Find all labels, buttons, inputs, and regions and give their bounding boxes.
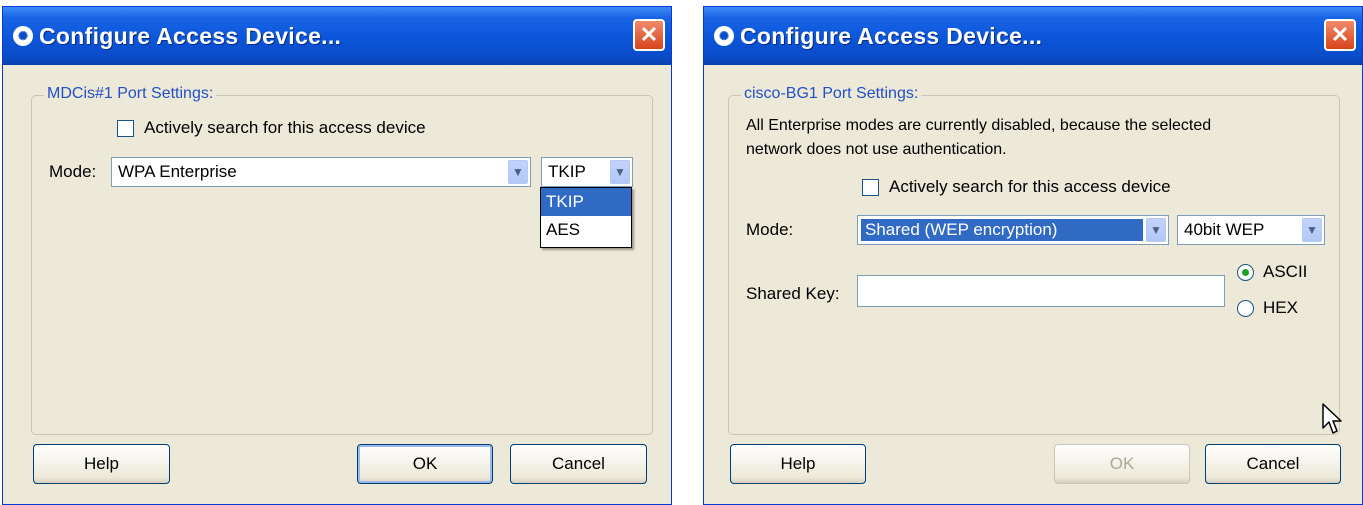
radio-ascii-label: ASCII [1263, 262, 1308, 281]
dropdown-option-tkip[interactable]: TKIP [541, 188, 631, 216]
chevron-down-icon[interactable]: ▼ [508, 160, 528, 184]
configure-access-device-dialog-left: ✺ Configure Access Device... ✕ MDCis#1 P… [2, 6, 672, 505]
mode-label: Mode: [746, 220, 794, 239]
radio-hex[interactable] [1237, 299, 1254, 317]
radio-ascii-row[interactable]: ASCII [1237, 262, 1307, 282]
title-bar[interactable]: ✺ Configure Access Device... ✕ [704, 7, 1362, 65]
mode-select[interactable]: WPA Enterprise ▼ [111, 157, 531, 187]
chevron-down-icon[interactable]: ▼ [1146, 218, 1166, 242]
active-search-checkbox-row[interactable]: Actively search for this access device [862, 177, 1171, 197]
group-title: MDCis#1 Port Settings: [44, 85, 217, 103]
active-search-label: Actively search for this access device [144, 118, 426, 137]
notice-line-2: network does not use authentication. [746, 141, 1007, 158]
shared-key-input[interactable] [857, 275, 1225, 307]
mode-label: Mode: [49, 162, 97, 181]
active-search-checkbox-row[interactable]: Actively search for this access device [117, 118, 426, 138]
notice-line-1: All Enterprise modes are currently disab… [746, 117, 1212, 134]
mouse-pointer-icon [1322, 403, 1342, 434]
cancel-button[interactable]: Cancel [1205, 444, 1341, 484]
close-icon: ✕ [639, 22, 659, 47]
cisco-logo-icon: ✺ [714, 26, 734, 46]
port-settings-group: MDCis#1 Port Settings: [31, 85, 653, 435]
dialog-title: Configure Access Device... [39, 22, 342, 49]
active-search-checkbox[interactable] [117, 119, 134, 137]
encryption-select[interactable]: TKIP ▼ [541, 157, 633, 187]
mode-select[interactable]: Shared (WEP encryption) ▼ [857, 215, 1169, 245]
mode-select-value: Shared (WEP encryption) [861, 219, 1143, 241]
encryption-select-value: TKIP [548, 162, 586, 181]
help-button[interactable]: Help [33, 444, 170, 484]
key-length-select[interactable]: 40bit WEP ▼ [1177, 215, 1325, 245]
radio-hex-row[interactable]: HEX [1237, 298, 1298, 318]
ok-button: OK [1054, 444, 1190, 484]
radio-ascii[interactable] [1237, 263, 1254, 281]
active-search-checkbox[interactable] [862, 178, 879, 196]
dialog-title: Configure Access Device... [740, 22, 1043, 49]
help-button[interactable]: Help [730, 444, 866, 484]
radio-hex-label: HEX [1263, 298, 1298, 317]
close-button[interactable]: ✕ [1324, 19, 1356, 51]
mode-select-value: WPA Enterprise [118, 162, 237, 181]
close-icon: ✕ [1330, 22, 1350, 47]
close-button[interactable]: ✕ [633, 19, 665, 51]
group-title: cisco-BG1 Port Settings: [741, 85, 922, 103]
shared-key-label: Shared Key: [746, 284, 840, 303]
cisco-logo-icon: ✺ [13, 26, 33, 46]
enterprise-disabled-notice: All Enterprise modes are currently disab… [746, 114, 1306, 162]
key-length-select-value: 40bit WEP [1184, 220, 1265, 239]
title-bar[interactable]: ✺ Configure Access Device... ✕ [3, 7, 671, 65]
chevron-down-icon[interactable]: ▼ [1302, 218, 1322, 242]
chevron-down-icon[interactable]: ▼ [610, 160, 630, 184]
dropdown-option-aes[interactable]: AES [541, 216, 631, 244]
ok-button[interactable]: OK [357, 444, 493, 484]
configure-access-device-dialog-right: ✺ Configure Access Device... ✕ cisco-BG1… [703, 6, 1363, 505]
active-search-label: Actively search for this access device [889, 177, 1171, 196]
radio-selected-dot [1242, 268, 1249, 276]
cancel-button[interactable]: Cancel [510, 444, 647, 484]
encryption-dropdown-list: TKIP AES [540, 187, 632, 248]
